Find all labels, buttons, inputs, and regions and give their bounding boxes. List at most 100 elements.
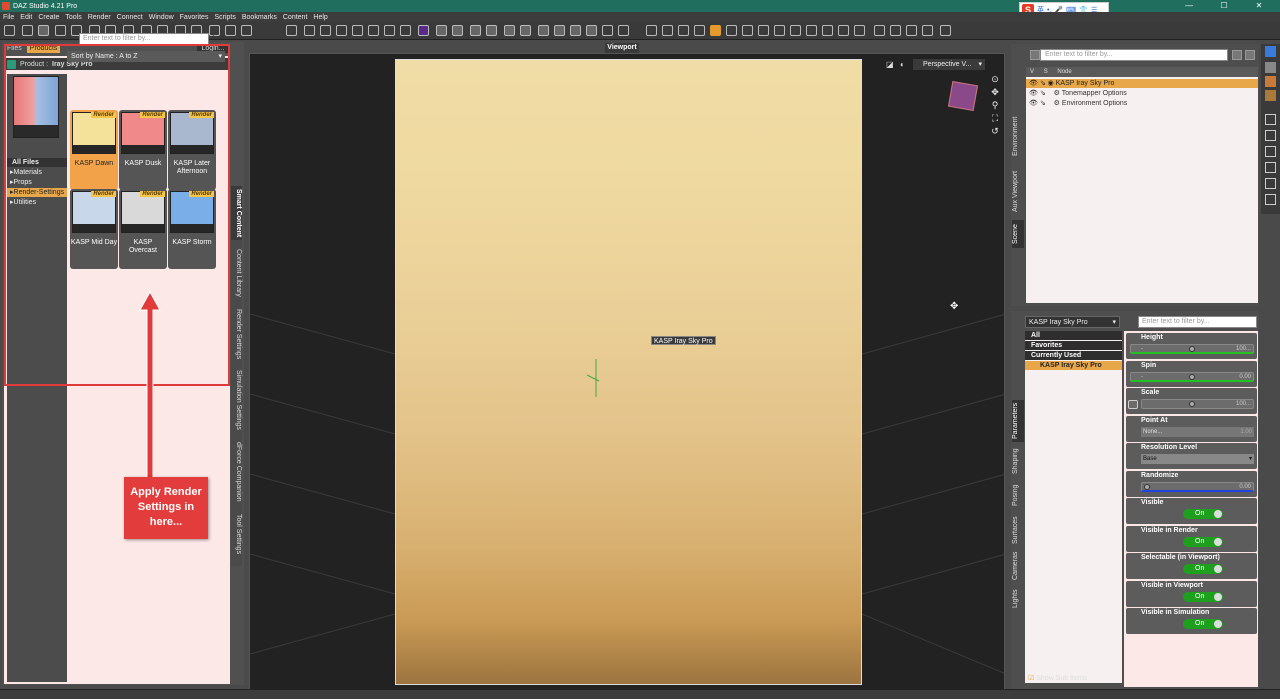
- minimize-button[interactable]: —: [1172, 0, 1206, 12]
- menu-window[interactable]: Window: [149, 14, 174, 21]
- visible-render-toggle[interactable]: On: [1183, 537, 1223, 547]
- randomize-slider[interactable]: 0.00: [1141, 482, 1254, 492]
- category-render-settings[interactable]: ▸Render-Settings: [7, 188, 67, 197]
- content-tile-kasp-dawn[interactable]: Render KASP Dawn: [70, 110, 118, 190]
- menu-create[interactable]: Create: [38, 14, 59, 21]
- tab-posing[interactable]: Posing: [1012, 480, 1024, 510]
- tab-files[interactable]: Files: [4, 44, 25, 53]
- render-icon[interactable]: [470, 25, 481, 36]
- spin-slider[interactable]: - 0.00: [1130, 372, 1254, 382]
- camera-icon[interactable]: [940, 25, 951, 36]
- tab-products[interactable]: Products: [26, 44, 61, 53]
- slider-value[interactable]: 100...: [1236, 400, 1251, 408]
- tab-lights[interactable]: Lights: [1012, 586, 1024, 612]
- scale-slider[interactable]: 100...: [1141, 399, 1254, 409]
- tab-render-settings[interactable]: Render Settings: [231, 306, 242, 362]
- tab-shaping[interactable]: Shaping: [1012, 446, 1024, 476]
- tool-icon[interactable]: [1265, 90, 1276, 101]
- tab-parameters[interactable]: Parameters: [1012, 400, 1024, 442]
- menu-content[interactable]: Content: [283, 14, 308, 21]
- height-slider[interactable]: - 100...: [1130, 344, 1254, 354]
- tool-icon[interactable]: [336, 25, 347, 36]
- tool-icon[interactable]: [806, 25, 817, 36]
- translate-tool-icon[interactable]: [662, 25, 673, 36]
- slider-knob[interactable]: [1144, 484, 1150, 490]
- render-icon[interactable]: [436, 25, 447, 36]
- tool-icon[interactable]: [602, 25, 613, 36]
- slider-knob[interactable]: [1189, 401, 1195, 407]
- slider-value[interactable]: 100...: [1236, 345, 1251, 353]
- scene-filter-input[interactable]: Enter text to filter by...: [1040, 49, 1228, 61]
- tool-icon[interactable]: [225, 25, 236, 36]
- category-utilities[interactable]: ▸Utilities: [7, 198, 67, 207]
- tool-icon[interactable]: [618, 25, 629, 36]
- visible-toggle[interactable]: On: [1183, 509, 1223, 519]
- tool-icon[interactable]: [890, 25, 901, 36]
- content-tile-kasp-storm[interactable]: Render KASP Storm: [168, 189, 216, 269]
- menu-favorites[interactable]: Favorites: [180, 14, 209, 21]
- tool-icon[interactable]: [368, 25, 379, 36]
- open-icon[interactable]: [22, 25, 33, 36]
- active-tool-icon[interactable]: [710, 25, 721, 36]
- category-materials[interactable]: ▸Materials: [7, 168, 67, 177]
- point-at-field[interactable]: None... 1.00: [1141, 427, 1254, 437]
- slider-value[interactable]: 0.00: [1239, 483, 1251, 491]
- scene-node-tonemapper[interactable]: 👁 ⇘ ⚙ Tonemapper Options: [1026, 89, 1258, 98]
- tool-icon[interactable]: [758, 25, 769, 36]
- content-tile-kasp-mid-day[interactable]: Render KASP Mid Day: [70, 189, 118, 269]
- tool-icon[interactable]: [1265, 62, 1276, 73]
- scale-tool-icon[interactable]: [694, 25, 705, 36]
- render-icon[interactable]: [504, 25, 515, 36]
- tab-surfaces[interactable]: Surfaces: [1012, 514, 1024, 546]
- save-icon[interactable]: [55, 25, 66, 36]
- view-cube[interactable]: [947, 80, 979, 112]
- orbit-icon[interactable]: ⊙: [990, 74, 1000, 84]
- visibility-eye-icon[interactable]: 👁: [1029, 80, 1038, 87]
- slider-value[interactable]: 0.00: [1239, 373, 1251, 381]
- tool-icon[interactable]: [1265, 194, 1276, 205]
- viewport[interactable]: [249, 53, 1005, 690]
- render-icon[interactable]: [538, 25, 549, 36]
- tool-icon[interactable]: [1265, 130, 1276, 141]
- selectable-toggle[interactable]: On: [1183, 564, 1223, 574]
- tab-aux-viewport[interactable]: Aux Viewport: [1012, 166, 1024, 216]
- content-tile-kasp-later-afternoon[interactable]: Render KASP Later Afternoon: [168, 110, 216, 190]
- menu-edit[interactable]: Edit: [20, 14, 32, 21]
- reset-icon[interactable]: ↺: [990, 126, 1000, 136]
- visibility-eye-icon[interactable]: 👁: [1029, 100, 1038, 107]
- draw-style-icon[interactable]: ◐: [900, 60, 905, 69]
- content-filter-input[interactable]: Enter text to filter by...: [79, 33, 209, 45]
- rotate-tool-icon[interactable]: [678, 25, 689, 36]
- visible-sim-toggle[interactable]: On: [1183, 619, 1223, 629]
- tool-icon[interactable]: [1265, 146, 1276, 157]
- scene-option-icon[interactable]: [1245, 50, 1255, 60]
- tab-smart-content[interactable]: Smart Content: [231, 186, 242, 240]
- slider-knob[interactable]: [1189, 346, 1195, 352]
- tool-icon[interactable]: [400, 25, 411, 36]
- tool-icon[interactable]: [384, 25, 395, 36]
- tool-icon[interactable]: [922, 25, 933, 36]
- render-icon[interactable]: [570, 25, 581, 36]
- menu-help[interactable]: Help: [313, 14, 327, 21]
- menu-scripts[interactable]: Scripts: [214, 14, 235, 21]
- render-icon[interactable]: [520, 25, 531, 36]
- tool-icon[interactable]: [241, 25, 252, 36]
- tool-icon[interactable]: [726, 25, 737, 36]
- visibility-eye-icon[interactable]: 👁: [1029, 90, 1038, 97]
- tab-simulation-settings[interactable]: Simulation Settings: [231, 366, 242, 434]
- select-icon[interactable]: ⇘: [1040, 80, 1046, 87]
- render-icon[interactable]: [486, 25, 497, 36]
- tool-icon[interactable]: [1265, 76, 1276, 87]
- close-button[interactable]: ✕: [1242, 0, 1276, 12]
- menu-tools[interactable]: Tools: [65, 14, 81, 21]
- select-icon[interactable]: ⇘: [1040, 90, 1046, 97]
- render-icon[interactable]: [452, 25, 463, 36]
- tool-icon[interactable]: [1265, 162, 1276, 173]
- tool-icon[interactable]: [1265, 114, 1276, 125]
- scene-option-icon[interactable]: [1232, 50, 1242, 60]
- frame-icon[interactable]: ⛶: [990, 113, 1000, 123]
- menu-bookmarks[interactable]: Bookmarks: [242, 14, 277, 21]
- tool-icon[interactable]: [352, 25, 363, 36]
- scene-node-kasp-iray-sky-pro[interactable]: 👁 ⇘ ◉ KASP Iray Sky Pro: [1026, 79, 1258, 88]
- group-kasp-iray-sky-pro[interactable]: KASP Iray Sky Pro: [1025, 361, 1122, 370]
